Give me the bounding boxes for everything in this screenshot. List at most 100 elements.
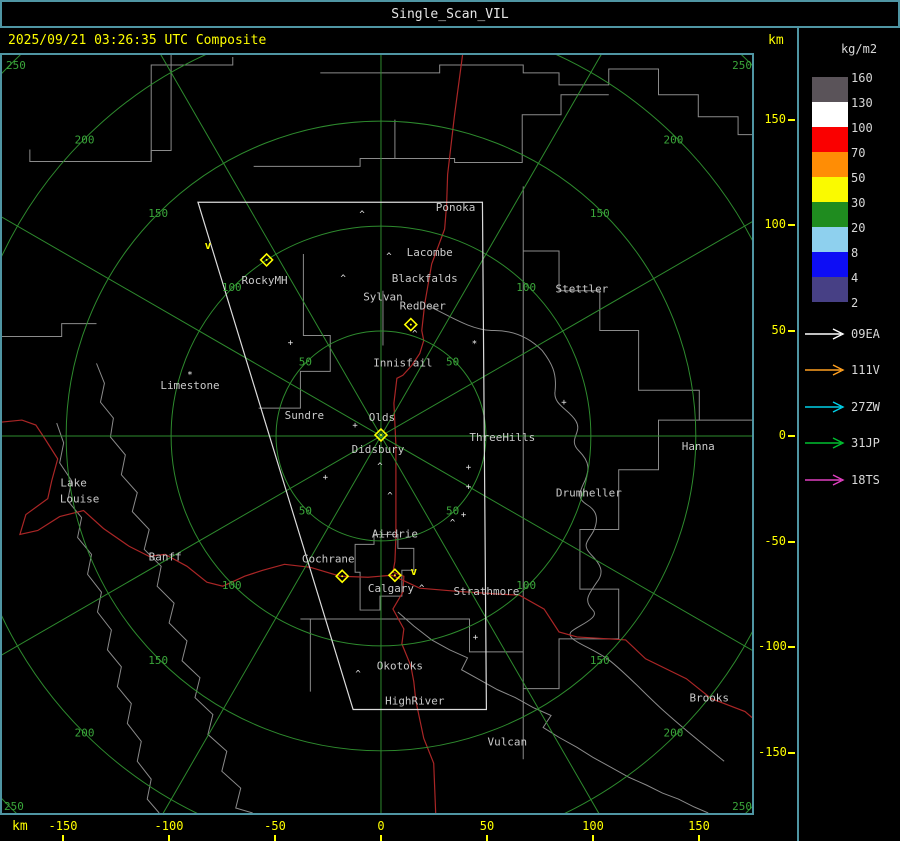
site-id-label: 31JP (851, 436, 880, 450)
legend-color-block-30 (812, 202, 848, 227)
ring-label: 250 (732, 800, 752, 813)
title-bar: Single_Scan_VIL (0, 0, 900, 28)
right-axis-tick (788, 329, 795, 332)
legend-color-block-4 (812, 277, 848, 302)
city-label-calgary: Calgary (368, 582, 415, 595)
legend-color-block-8 (812, 252, 848, 277)
city-label-rockymh: RockyMH (242, 274, 288, 287)
ring-label: 100 (516, 281, 536, 294)
town-marker: ^ (412, 330, 418, 340)
bottom-axis-tick (380, 835, 382, 841)
site-arrow-icon (805, 401, 845, 413)
bottom-axis-tick (168, 835, 170, 841)
right-axis-label--150: -150 (758, 744, 787, 759)
legend-color-block-160 (812, 77, 848, 102)
radar-site-dot (341, 575, 344, 578)
city-label-strathmore: Strathmore (453, 585, 519, 598)
scan-timestamp: 2025/09/21 03:26:35 UTC Composite (8, 33, 267, 48)
ring-label: 250 (732, 59, 752, 72)
city-label-brooks: Brooks (689, 692, 729, 705)
bottom-axis-label-150: 150 (688, 819, 710, 833)
bottom-axis-label--100: -100 (154, 819, 184, 833)
legend-threshold-label: 20 (851, 221, 866, 235)
ring-label: 100 (222, 579, 242, 592)
city-label-highriver: HighRiver (385, 695, 445, 708)
ring-label: 150 (148, 654, 168, 667)
ring-label: 150 (590, 207, 610, 220)
radar-site-dot (393, 574, 396, 577)
map-canvas[interactable]: 50 5050 50100 100100 100150 150150 150200 20020… (0, 0, 900, 841)
site-id-label: 18TS (851, 473, 880, 487)
town-marker: ^ (355, 670, 361, 680)
legend-threshold-label: 4 (851, 271, 859, 285)
legend-threshold-label: 70 (851, 146, 866, 160)
ring-label: 250 (4, 800, 24, 813)
legend-threshold-label: 130 (851, 96, 873, 110)
radial-line-60 (380, 435, 616, 841)
bottom-axis-label-50: 50 (479, 819, 495, 833)
site-arrow-icon (805, 328, 845, 340)
bottom-axis-tick (486, 835, 488, 841)
storm-motion-arrow: v (411, 565, 418, 578)
site-legend-row-111V: 111V (799, 363, 900, 377)
window-title: Single_Scan_VIL (391, 6, 509, 22)
city-label-ponoka: Ponoka (436, 201, 476, 214)
radial-line-240 (128, 0, 382, 437)
bottom-axis-tick (62, 835, 64, 841)
radar-site-dot (409, 323, 412, 326)
right-axis-tick (788, 751, 795, 754)
legend-threshold-label: 8 (851, 246, 859, 260)
site-legend-row-18TS: 18TS (799, 473, 900, 487)
city-label-vulcan: Vulcan (488, 735, 528, 748)
city-label-drumheller: Drumheller (556, 487, 622, 500)
site-legend-row-31JP: 31JP (799, 436, 900, 450)
ring-label: 50 (446, 355, 459, 368)
city-label-threehills: ThreeHills (469, 431, 535, 444)
storm-motion-arrow: v (205, 239, 212, 252)
ring-label: 250 (6, 59, 26, 72)
color-legend-panel: kg/m2 160 130 100 70 50 30 20 8 4 2 09EA 111V 27ZW 3… (799, 28, 900, 841)
town-marker: ^ (387, 492, 393, 502)
town-marker: + (461, 511, 466, 521)
site-legend-row-27ZW: 27ZW (799, 400, 900, 414)
bottom-axis-tick (698, 835, 700, 841)
ring-label: 50 (299, 505, 312, 518)
bottom-distance-scale: -150 -100 -50 0 50 100 150 (0, 815, 797, 841)
city-label-innisfail: Innisfail (373, 356, 432, 369)
town-marker: + (473, 633, 478, 643)
site-id-label: 111V (851, 363, 880, 377)
right-axis-tick (788, 435, 795, 437)
town-marker: ^ (450, 519, 456, 529)
legend-color-block-70 (812, 152, 848, 177)
right-axis-label-50: 50 (771, 322, 786, 337)
city-label-limestone: Limestone (160, 379, 219, 392)
town-marker: + (323, 473, 328, 483)
right-axis-label-150: 150 (764, 111, 786, 126)
town-marker: ^ (377, 462, 383, 472)
town-marker: + (466, 463, 471, 473)
right-distance-scale: 150 100 50 0 -50 -100 -150 (754, 53, 797, 815)
right-axis-unit: km (768, 33, 784, 48)
town-marker: ^ (386, 252, 392, 262)
city-label-cochrane: Cochrane (302, 552, 355, 565)
radial-line-120 (146, 435, 382, 841)
legend-threshold-label: 160 (851, 71, 873, 85)
site-arrow-icon (805, 364, 845, 376)
city-label-airdrie: Airdrie (372, 527, 418, 540)
right-axis-tick (788, 224, 795, 226)
town-marker: + (352, 421, 357, 431)
city-label-banff: Banff (149, 550, 182, 563)
site-arrow-icon (805, 437, 845, 449)
site-id-label: 09EA (851, 327, 880, 341)
bottom-axis-tick (274, 835, 276, 841)
town-marker: ^ (359, 210, 365, 220)
town-marker: ^ (419, 584, 425, 594)
legend-threshold-label: 100 (851, 121, 873, 135)
ring-label: 50 (446, 505, 459, 518)
legend-color-block-100 (812, 127, 848, 152)
right-axis-label--100: -100 (758, 639, 787, 653)
town-marker: ^ (340, 274, 346, 284)
legend-color-block-20 (812, 227, 848, 252)
ring-label: 200 (664, 134, 684, 147)
city-label-sylvan: Sylvan (363, 291, 403, 304)
